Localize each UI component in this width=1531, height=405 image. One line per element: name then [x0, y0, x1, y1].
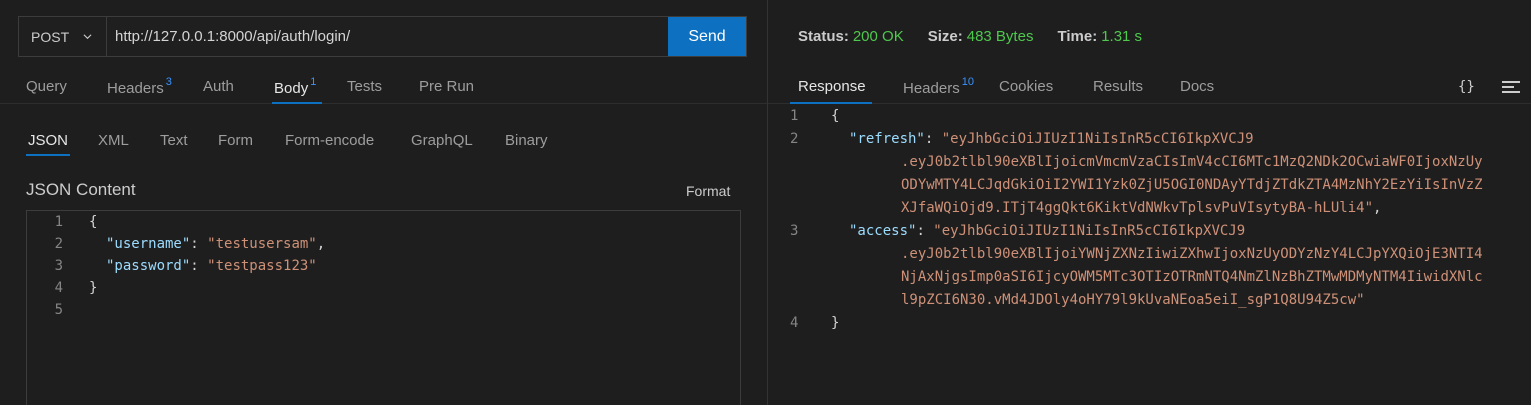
tab-results[interactable]: Results: [1093, 78, 1143, 95]
line-number: 1: [54, 214, 63, 230]
size-label: Size:: [927, 28, 963, 45]
tab-label: Docs: [1180, 78, 1215, 95]
tab-pre-run[interactable]: Pre Run: [419, 78, 474, 95]
method-label: POST: [31, 28, 70, 45]
send-button[interactable]: Send: [668, 17, 746, 56]
tab-badge: 10: [961, 76, 974, 88]
tab-label: Pre Run: [419, 78, 475, 95]
json-value: "testusersam": [207, 236, 317, 252]
tab-badge: 1: [310, 76, 317, 88]
response-tabs: Response Headers 10 Cookies Results Docs: [768, 68, 1531, 104]
tab-response[interactable]: Response: [798, 78, 866, 95]
tab-body[interactable]: Body 1: [274, 76, 317, 97]
json-value-wrap: ODYwMTY4LCJqdGkiOiI2YWI1Yzk0ZjU5OGI0NDAy…: [901, 177, 1483, 193]
json-value: "eyJhbGciOiJIUzI1NiIsInR5cCI6IkpXVCJ9: [933, 223, 1246, 239]
body-type-tabs: JSON XML Text Form Form-encode GraphQL B…: [0, 132, 767, 160]
tab-label: Auth: [203, 78, 234, 95]
request-body-editor[interactable]: 1 { 2 "username": "testusersam", 3 "pass…: [26, 210, 741, 405]
body-type-binary[interactable]: Binary: [505, 132, 548, 149]
body-type-xml[interactable]: XML: [98, 132, 129, 149]
active-body-type-indicator: [26, 154, 70, 156]
request-panel: POST http://127.0.0.1:8000/api/auth/logi…: [0, 0, 767, 405]
json-value-wrap: .eyJ0b2tlbl90eXBlIjoiYWNjZXNzIiwiZXhwIjo…: [901, 246, 1483, 262]
url-input[interactable]: http://127.0.0.1:8000/api/auth/login/: [107, 17, 668, 56]
tab-label: Results: [1093, 78, 1144, 95]
json-value: "testpass123": [207, 258, 317, 274]
line-number: 1: [790, 108, 799, 124]
tab-tests[interactable]: Tests: [347, 78, 382, 95]
code-text: {: [89, 214, 98, 230]
tab-label: Query: [26, 78, 67, 95]
request-tabs: Query Headers 3 Auth Body 1 Tests Pre Run: [0, 68, 767, 104]
method-select[interactable]: POST: [19, 17, 107, 56]
tab-auth[interactable]: Auth: [203, 78, 234, 95]
body-type-form[interactable]: Form: [218, 132, 253, 149]
size-value: 483 Bytes: [966, 28, 1034, 45]
line-number: 2: [790, 131, 799, 147]
line-number: 2: [54, 236, 63, 252]
code-text: }: [831, 315, 840, 331]
json-value-wrap: l9pZCI6N30.vMd4JDOly4oHY79l9kUvaNEoa5eiI…: [901, 292, 1365, 308]
editor-line: 5: [27, 302, 63, 324]
line-number: 4: [790, 315, 799, 331]
json-value-wrap: NjAxNjgsImp0aSI6IjcyOWM5MTc3OTIzOTRmNTQ4…: [901, 269, 1483, 285]
time-label: Time:: [1057, 28, 1098, 45]
tab-label: Body: [274, 80, 309, 97]
tab-label: Cookies: [999, 78, 1054, 95]
tab-query[interactable]: Query: [26, 78, 67, 95]
json-value-wrap: XJfaWQiOjd9.ITjT4ggQkt6KiktVdNWkvTplsvPu…: [901, 200, 1374, 216]
tab-headers[interactable]: Headers 3: [107, 76, 172, 97]
editor-line: 2 "username": "testusersam",: [27, 236, 326, 258]
tab-docs[interactable]: Docs: [1180, 78, 1214, 95]
json-key: "refresh": [849, 131, 925, 147]
body-type-json[interactable]: JSON: [28, 132, 68, 149]
url-bar: POST http://127.0.0.1:8000/api/auth/logi…: [18, 16, 747, 57]
tab-cookies[interactable]: Cookies: [999, 78, 1053, 95]
line-number: 5: [54, 302, 63, 318]
braces-icon[interactable]: {}: [1458, 79, 1475, 95]
body-type-form-encode[interactable]: Form-encode: [285, 132, 374, 149]
time-value: 1.31 s: [1101, 28, 1143, 45]
body-type-text[interactable]: Text: [160, 132, 188, 149]
editor-line: 4 }: [27, 280, 98, 302]
tab-label: Headers: [903, 80, 960, 97]
tab-label: Headers: [107, 80, 164, 97]
response-body: 1 { 2 "refresh": "eyJhbGciOiJIUzI1NiIsIn…: [768, 106, 1531, 405]
tab-response-headers[interactable]: Headers 10: [903, 76, 974, 97]
status-label: Status:: [798, 28, 849, 45]
line-number: 3: [54, 258, 63, 274]
chevron-down-icon: [83, 34, 92, 40]
tab-label: Tests: [347, 78, 383, 95]
code-text: }: [89, 280, 98, 296]
response-stats: Status: 200 OK Size: 483 Bytes Time: 1.3…: [798, 28, 1142, 45]
line-number: 3: [790, 223, 799, 239]
json-key: "password": [106, 258, 191, 274]
tab-badge: 3: [165, 76, 172, 88]
json-key: "username": [106, 236, 191, 252]
format-button[interactable]: Format: [686, 183, 730, 199]
json-value-wrap: .eyJ0b2tlbl90eXBlIjoicmVmcmVzaCIsImV4cCI…: [901, 154, 1483, 170]
status-value: 200 OK: [852, 28, 904, 45]
code-text: {: [831, 108, 840, 124]
body-type-graphql[interactable]: GraphQL: [411, 132, 473, 149]
tab-label: Response: [798, 78, 866, 95]
editor-line: 1 {: [27, 214, 98, 236]
line-number: 4: [54, 280, 63, 296]
response-panel: Status: 200 OK Size: 483 Bytes Time: 1.3…: [768, 0, 1531, 405]
json-key: "access": [849, 223, 917, 239]
active-tab-indicator: [272, 102, 322, 104]
editor-line: 3 "password": "testpass123": [27, 258, 317, 280]
json-content-title: JSON Content: [26, 180, 136, 199]
active-tab-indicator: [790, 102, 872, 104]
json-value: "eyJhbGciOiJIUzI1NiIsInR5cCI6IkpXVCJ9: [941, 131, 1254, 147]
menu-icon[interactable]: [1502, 81, 1520, 93]
